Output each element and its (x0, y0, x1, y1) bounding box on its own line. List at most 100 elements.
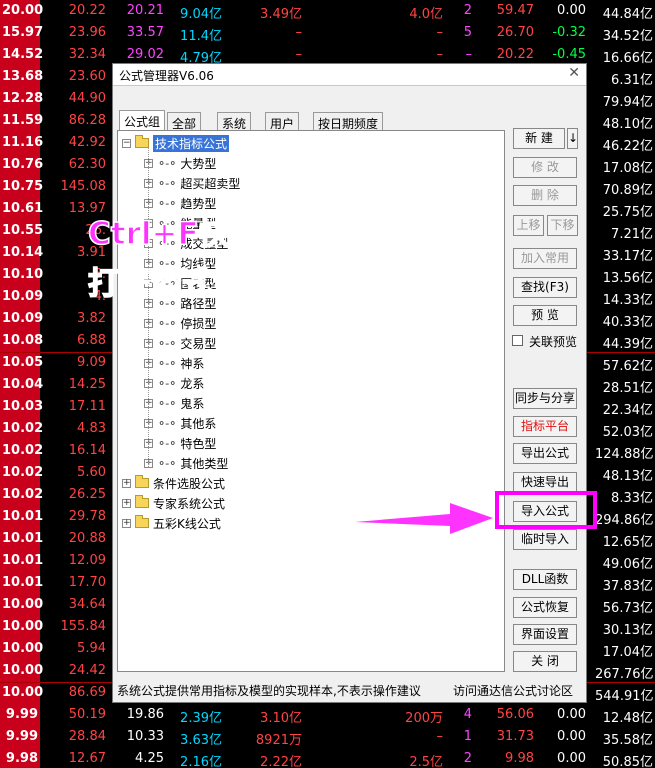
stock-row[interactable]: 15.97 23.96 33.57 11.4亿 – – 5 26.70 -0.32 34.52亿 (0, 22, 655, 44)
folder-icon (135, 475, 149, 488)
stock-cell-c10: 25.75亿 (602, 205, 653, 220)
stock-cell-pct: 10.00 (0, 638, 43, 660)
tree-node-child[interactable]: + ⚬-⚬ 其他类型 (144, 454, 228, 472)
tree-node-label: 五彩K线公式 (153, 516, 221, 531)
add-common-button[interactable]: 加入常用 (513, 248, 577, 269)
tree-guide-line (148, 147, 149, 467)
edit-button[interactable]: 修 改 (513, 157, 577, 178)
stock-cell-pct: 10.75 (0, 176, 43, 198)
stock-cell-c10: 13.56亿 (602, 271, 653, 286)
expand-icon[interactable]: + (122, 478, 131, 488)
restore-formula-button[interactable]: 公式恢复 (513, 597, 577, 618)
stock-cell-pct: 10.01 (0, 506, 43, 528)
stock-row[interactable]: 9.99 28.84 10.33 3.63亿 8921万 – 1 31.73 0.00 35.58… (0, 726, 655, 748)
stock-row[interactable]: 9.99 50.19 19.86 2.39亿 3.10亿 200万 4 56.06 0.00 12… (0, 704, 655, 726)
linked-preview-checkbox[interactable] (512, 335, 523, 346)
tree-node-label: 停损型 (180, 316, 217, 331)
ui-settings-button[interactable]: 界面设置 (513, 624, 577, 645)
tab-user[interactable]: 用户 (265, 112, 300, 131)
stock-cell-c9: -0.32 (552, 25, 586, 40)
stock-cell-price: 4.83 (77, 421, 106, 436)
close-button[interactable]: 关 闭 (513, 651, 577, 672)
tree-node-child[interactable]: + ⚬-⚬ 停损型 (144, 314, 216, 332)
stock-cell-pct: 10.61 (0, 198, 43, 220)
stock-cell-c5: 3.10亿 (260, 711, 302, 726)
tree-node-label: 交易型 (180, 336, 217, 351)
stock-row[interactable]: 9.98 12.67 4.25 2.16亿 2.22亿 2.5亿 2 9.98 0.00 50.8… (0, 748, 655, 768)
tree-node-label: 神系 (180, 356, 205, 371)
tree-node-root[interactable]: − 技术指标公式 (122, 134, 230, 152)
new-button[interactable]: 新 建 (513, 128, 565, 149)
stock-cell-c6: – (436, 47, 444, 62)
stock-cell-c10: 12.65亿 (602, 535, 653, 550)
tab-by-date-frequency[interactable]: 按日期频度 (313, 112, 384, 131)
dll-function-button[interactable]: DLL函数 (513, 569, 577, 590)
find-button[interactable]: 查找(F3) (513, 277, 577, 298)
stock-cell-c10: 22.34亿 (602, 403, 653, 418)
stock-cell-pct: 12.28 (0, 88, 43, 110)
indicator-platform-button[interactable]: 指标平台 (513, 416, 577, 437)
stock-cell-pct: 10.00 (0, 682, 43, 704)
stock-cell-price: 16.14 (68, 443, 106, 458)
stock-row[interactable]: 20.00 20.22 20.21 9.04亿 3.49亿 4.0亿 2 59.47 0.00 4… (0, 0, 655, 22)
stock-cell-c6: – (436, 25, 444, 40)
stock-cell-c10: 30.13亿 (602, 623, 653, 638)
stock-cell-c5: 3.49亿 (260, 7, 302, 22)
forum-link[interactable]: 访问通达信公式讨论区 (453, 682, 573, 699)
stock-cell-c4: 11.4亿 (180, 29, 222, 44)
stock-cell-c3: 10.33 (126, 729, 164, 744)
tree-node-child[interactable]: + ⚬-⚬ 龙系 (144, 374, 204, 392)
delete-button[interactable]: 删 除 (513, 185, 577, 206)
tree-node-child[interactable]: + ⚬-⚬ 鬼系 (144, 394, 204, 412)
tree-node-child[interactable]: + ⚬-⚬ 神系 (144, 354, 204, 372)
tree-node-label: 龙系 (180, 376, 205, 391)
stock-cell-price: 20.22 (68, 3, 106, 18)
stock-cell-c10: 294.86亿 (595, 513, 654, 528)
tree-node-group[interactable]: + 条件选股公式 (122, 474, 225, 492)
temp-import-button[interactable]: 临时导入 (513, 529, 577, 550)
expand-icon[interactable]: + (122, 518, 131, 528)
stock-cell-price: 145.08 (60, 179, 107, 194)
stock-cell-c10: 37.83亿 (602, 579, 653, 594)
stock-cell-price: 5.60 (77, 465, 106, 480)
stock-cell-c10: 267.76亿 (595, 667, 654, 682)
stock-cell-pct: 11.16 (0, 132, 43, 154)
quick-export-button[interactable]: 快速导出 (513, 472, 577, 493)
stock-cell-pct: 10.00 (0, 594, 43, 616)
expand-icon[interactable]: + (122, 498, 131, 508)
stock-cell-pct: 10.02 (0, 462, 43, 484)
tree-node-group[interactable]: + 五彩K线公式 (122, 514, 221, 532)
stock-cell-c10: 8.33亿 (611, 491, 653, 506)
tree-node-child[interactable]: + ⚬-⚬ 特色型 (144, 434, 216, 452)
tab-all[interactable]: 全部 (167, 112, 202, 131)
new-dropdown-button[interactable]: ↓ (567, 128, 578, 149)
stock-cell-c10: 48.10亿 (602, 117, 653, 132)
tree-node-label: 专家系统公式 (153, 496, 226, 511)
stock-cell-c4: 2.39亿 (180, 711, 222, 726)
stock-cell-pct: 10.10 (0, 264, 43, 286)
stock-cell-pct: 10.02 (0, 484, 43, 506)
tree-node-child[interactable]: + ⚬-⚬ 交易型 (144, 334, 216, 352)
formula-key-icon: ⚬-⚬ (157, 416, 177, 430)
tab-formula-group[interactable]: 公式组 (119, 110, 166, 130)
stock-cell-pct: 20.00 (0, 0, 43, 22)
stock-cell-price: 62.30 (68, 157, 106, 172)
formula-key-icon: ⚬-⚬ (157, 156, 177, 170)
export-formula-button[interactable]: 导出公式 (513, 443, 577, 464)
stock-cell-price: 50.19 (68, 707, 106, 722)
tree-node-child[interactable]: + ⚬-⚬ 超买超卖型 (144, 174, 240, 192)
stock-cell-c10: 35.58亿 (602, 733, 653, 748)
stock-cell-price: 34.64 (68, 597, 106, 612)
close-icon[interactable]: ✕ (568, 65, 580, 81)
tree-node-group[interactable]: + 专家系统公式 (122, 494, 225, 512)
stock-cell-c8: 59.47 (496, 3, 534, 18)
collapse-icon[interactable]: − (122, 138, 131, 148)
preview-button[interactable]: 预 览 (513, 305, 577, 326)
move-down-button[interactable]: 下移 (547, 215, 578, 236)
stock-cell-c10: 50.85亿 (602, 755, 653, 768)
tree-node-child[interactable]: + ⚬-⚬ 其他系 (144, 414, 216, 432)
sync-share-button[interactable]: 同步与分享 (513, 388, 577, 409)
tree-node-child[interactable]: + ⚬-⚬ 大势型 (144, 154, 216, 172)
tab-system[interactable]: 系统 (217, 112, 252, 131)
move-up-button[interactable]: 上移 (513, 215, 544, 236)
